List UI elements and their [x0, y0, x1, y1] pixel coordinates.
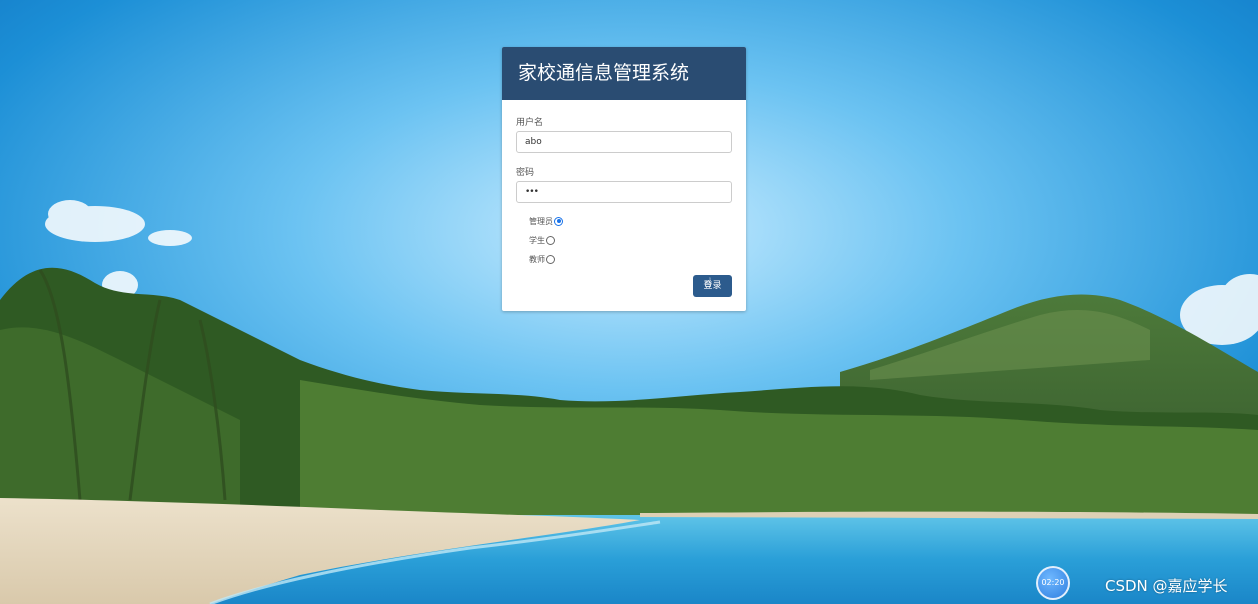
login-button[interactable]: 登录: [693, 275, 732, 297]
password-label: 密码: [516, 168, 535, 178]
radio-teacher[interactable]: [546, 254, 555, 264]
role-option-teacher[interactable]: 教师: [529, 253, 555, 265]
app-title: 家校通信息管理系统: [502, 47, 746, 100]
role-option-admin[interactable]: 管理员: [529, 215, 563, 227]
role-option-student[interactable]: 学生: [529, 234, 555, 246]
username-label: 用户名: [516, 118, 544, 128]
role-label-teacher: 教师: [529, 254, 545, 264]
watermark: CSDN @嘉应学长: [1105, 577, 1228, 595]
password-input[interactable]: •••: [516, 181, 732, 203]
role-label-student: 学生: [529, 235, 545, 245]
role-label-admin: 管理员: [529, 216, 553, 226]
timer-badge: 02:20: [1036, 566, 1070, 600]
login-panel: 家校通信息管理系统 用户名 abo 密码 ••• 管理员 学生 教师 登录 ☝: [502, 47, 746, 311]
radio-admin[interactable]: [554, 216, 563, 226]
username-input[interactable]: abo: [516, 131, 732, 153]
radio-student[interactable]: [546, 235, 555, 245]
